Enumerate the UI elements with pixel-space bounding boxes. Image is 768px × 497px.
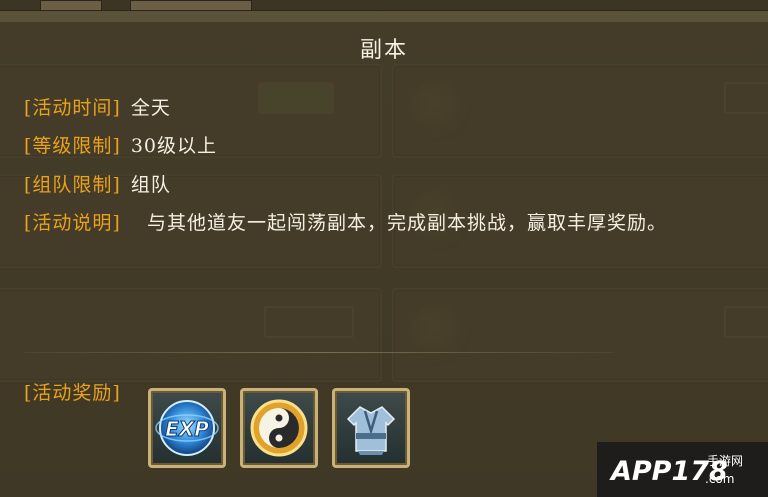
activity-time-value: 全天 <box>130 97 171 119</box>
team-limit-row: [组队限制] 组队 <box>24 170 171 200</box>
activity-reward-label: [活动奖励] <box>24 382 121 404</box>
activity-time-label: [活动时间] <box>24 97 121 119</box>
level-limit-label: [等级限制] <box>24 135 121 157</box>
bg-tab <box>40 0 102 11</box>
team-limit-label: [组队限制] <box>24 174 121 196</box>
activity-time-row: [活动时间] 全天 <box>24 93 171 123</box>
watermark-sub: 手游网 <box>707 454 744 468</box>
exp-icon: EXP <box>155 400 219 456</box>
dialog-title: 副本 <box>359 38 408 63</box>
svg-text:EXP: EXP <box>165 417 209 441</box>
level-limit-row: [等级限制] 30级以上 <box>24 131 217 161</box>
watermark-domain: .com <box>705 472 735 486</box>
level-limit-value: 30级以上 <box>130 135 218 157</box>
bg-tab <box>130 0 252 11</box>
activity-description-text: 与其他道友一起闯荡副本，完成副本挑战，赢取丰厚奖励。 <box>147 212 668 234</box>
reward-slot-robe[interactable] <box>332 388 410 468</box>
dialog-title-bar: 副本 <box>0 22 768 72</box>
reward-slot-exp[interactable]: EXP <box>148 388 226 468</box>
activity-description-label: [活动说明] <box>24 212 121 234</box>
robe-icon <box>346 406 396 455</box>
divider <box>24 352 614 353</box>
reward-slot-coin[interactable] <box>240 388 318 468</box>
team-limit-value: 组队 <box>130 174 171 196</box>
top-tab-bar <box>0 0 768 11</box>
site-watermark: APP178 手游网 .com <box>597 442 768 497</box>
activity-description-row: [活动说明] 与其他道友一起闯荡副本，完成副本挑战，赢取丰厚奖励。 <box>24 208 759 235</box>
activity-reward-row: [活动奖励] <box>24 378 121 408</box>
taiji-coin-icon <box>250 399 308 457</box>
